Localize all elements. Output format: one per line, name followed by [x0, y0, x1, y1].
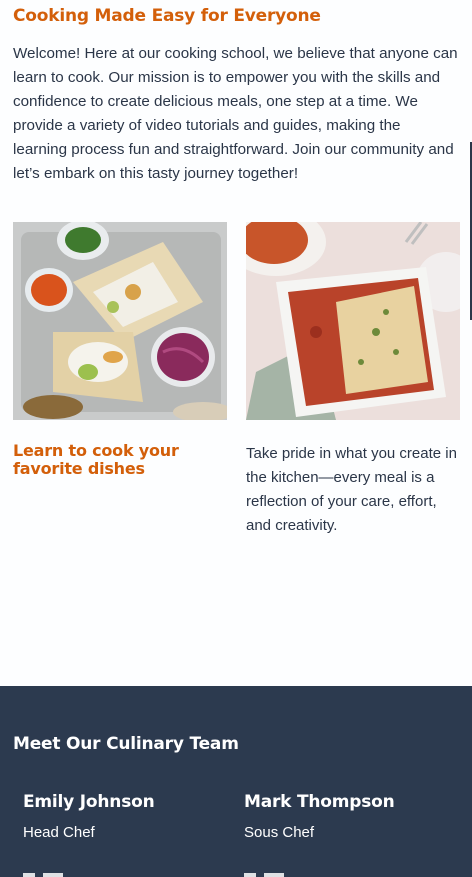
intro-paragraph: Welcome! Here at our cooking school, we … [13, 45, 458, 182]
lasagna-photo [246, 222, 460, 420]
member-role: Head Chef [23, 824, 95, 841]
next-member-name-cropped [244, 869, 394, 877]
team-member-card: Emily Johnson Head Chef [23, 792, 155, 841]
member-role: Sous Chef [244, 824, 315, 841]
card-paragraph: Take pride in what you create in the kit… [246, 445, 457, 534]
intro-heading: Cooking Made Easy for Everyone [13, 6, 321, 26]
tacos-photo [13, 222, 227, 420]
feature-card-tacos: Learn to cook your favorite dishes [13, 222, 227, 478]
next-member-name-cropped [23, 869, 173, 877]
team-section: Meet Our Culinary Team Emily Johnson Hea… [0, 686, 472, 877]
intro-section: Cooking Made Easy for Everyone Welcome! … [13, 6, 458, 186]
member-name: Mark Thompson [244, 792, 395, 812]
member-name: Emily Johnson [23, 792, 155, 812]
feature-card-lasagna: Take pride in what you create in the kit… [246, 222, 460, 538]
team-member-card: Mark Thompson Sous Chef [244, 792, 395, 841]
team-title: Meet Our Culinary Team [13, 734, 239, 754]
card-heading: Learn to cook your favorite dishes [13, 441, 179, 478]
